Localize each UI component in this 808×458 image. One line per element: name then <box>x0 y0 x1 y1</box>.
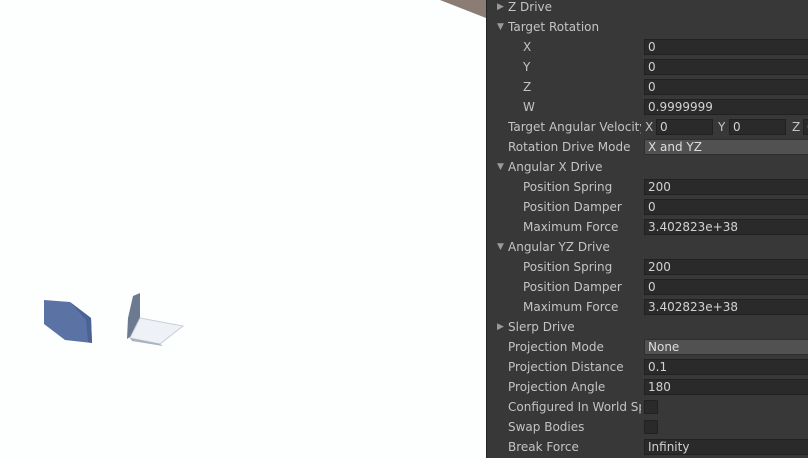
projection-distance-label: Projection Distance <box>508 360 624 374</box>
break-force-label: Break Force <box>508 440 579 454</box>
swap-bodies-checkbox[interactable] <box>644 420 658 434</box>
target-rotation-x-row: X0 <box>487 37 808 57</box>
target-angular-velocity-x-field[interactable]: 0 <box>656 119 713 135</box>
projection-distance-field[interactable]: 0.1 <box>644 359 808 375</box>
projection-mode-dropdown[interactable]: None <box>644 339 808 355</box>
angular-x-position-spring-row: Position Spring 200 <box>487 177 808 197</box>
projection-angle-row: Projection Angle 180 <box>487 377 808 397</box>
angular-x-position-damper-field[interactable]: 0 <box>644 199 808 215</box>
slerp-drive-foldout[interactable]: Slerp Drive <box>508 317 575 337</box>
angular-x-position-damper-label: Position Damper <box>523 200 622 214</box>
swap-bodies-row: Swap Bodies <box>487 417 808 437</box>
projection-mode-row: Projection Mode None <box>487 337 808 357</box>
angular-yz-position-damper-field[interactable]: 0 <box>644 279 808 295</box>
angular-yz-position-spring-label: Position Spring <box>523 260 613 274</box>
angular-x-maximum-force-label: Maximum Force <box>523 220 619 234</box>
foldout-collapsed-icon[interactable]: ▶ <box>497 317 504 337</box>
target-rotation-foldout-row: ▼ Target Rotation <box>487 17 808 37</box>
target-rotation-z-label: Z <box>523 80 532 94</box>
target-rotation-foldout[interactable]: Target Rotation <box>508 17 599 37</box>
foldout-expanded-icon[interactable]: ▼ <box>497 237 504 257</box>
scene-view[interactable] <box>0 0 486 458</box>
target-angular-velocity-y-label: Y <box>718 120 726 134</box>
projection-angle-label: Projection Angle <box>508 380 606 394</box>
scene-canvas <box>44 0 486 346</box>
target-angular-velocity-z-field[interactable]: 0 <box>803 119 808 135</box>
angular-x-drive-foldout-row: ▼ Angular X Drive <box>487 157 808 177</box>
angular-yz-drive-foldout-row: ▼ Angular YZ Drive <box>487 237 808 257</box>
target-rotation-w-row: W 0.9999999 <box>487 97 808 117</box>
configured-in-world-space-row: Configured In World Spa <box>487 397 808 417</box>
angular-yz-drive-foldout[interactable]: Angular YZ Drive <box>508 237 610 257</box>
foldout-expanded-icon[interactable]: ▼ <box>497 157 504 177</box>
target-rotation-y-row: Y0 <box>487 57 808 77</box>
swap-bodies-label: Swap Bodies <box>508 420 585 434</box>
target-angular-velocity-row: Target Angular VelocityX0Y0Z0 <box>487 117 808 137</box>
target-rotation-z-row: Z0 <box>487 77 808 97</box>
target-angular-velocity-z-label: Z <box>792 120 801 134</box>
target-rotation-x-label: X <box>523 40 532 54</box>
rotation-drive-mode-row: Rotation Drive Mode X and YZ <box>487 137 808 157</box>
z-drive-foldout-row: ▶ Z Drive <box>487 0 808 17</box>
projection-distance-row: Projection Distance 0.1 <box>487 357 808 377</box>
angular-yz-maximum-force-field[interactable]: 3.402823e+38 <box>644 299 808 315</box>
rotation-drive-mode-dropdown[interactable]: X and YZ <box>644 139 808 155</box>
target-rotation-x-field[interactable]: 0 <box>644 39 808 55</box>
angular-x-maximum-force-row: Maximum Force 3.402823e+38 <box>487 217 808 237</box>
angular-x-position-spring-label: Position Spring <box>523 180 613 194</box>
angular-x-position-spring-field[interactable]: 200 <box>644 179 808 195</box>
scene-floor-edge <box>440 0 486 18</box>
break-force-row: Break Force Infinity <box>487 437 808 457</box>
configured-in-world-space-label: Configured In World Spa <box>508 400 641 414</box>
rotation-drive-mode-label: Rotation Drive Mode <box>508 140 631 154</box>
angular-yz-position-spring-field[interactable]: 200 <box>644 259 808 275</box>
projection-mode-label: Projection Mode <box>508 340 604 354</box>
break-force-field[interactable]: Infinity <box>644 439 808 455</box>
target-rotation-w-label: W <box>523 100 535 114</box>
angular-yz-maximum-force-label: Maximum Force <box>523 300 619 314</box>
target-rotation-z-field[interactable]: 0 <box>644 79 808 95</box>
angular-x-position-damper-row: Position Damper 0 <box>487 197 808 217</box>
angular-yz-position-damper-row: Position Damper 0 <box>487 277 808 297</box>
foldout-collapsed-icon[interactable]: ▶ <box>497 0 504 17</box>
slerp-drive-foldout-row: ▶ Slerp Drive <box>487 317 808 337</box>
target-angular-velocity-x-label: X <box>645 120 654 134</box>
z-drive-foldout[interactable]: Z Drive <box>508 0 552 17</box>
projection-angle-field[interactable]: 180 <box>644 379 808 395</box>
configured-in-world-space-checkbox[interactable] <box>644 400 658 414</box>
inspector-panel: ▶ Z Drive ▼ Target Rotation X 0 Y 0 Z 0 W 0.9999999… <box>486 0 808 458</box>
angular-yz-position-damper-label: Position Damper <box>523 280 622 294</box>
target-rotation-y-field[interactable]: 0 <box>644 59 808 75</box>
blue-cube <box>44 300 92 343</box>
angular-x-drive-foldout[interactable]: Angular X Drive <box>508 157 603 177</box>
foldout-expanded-icon[interactable]: ▼ <box>497 17 504 37</box>
angular-yz-position-spring-row: Position Spring 200 <box>487 257 808 277</box>
target-angular-velocity-label: Target Angular Velocity <box>508 120 641 134</box>
target-rotation-y-label: Y <box>523 60 531 74</box>
target-angular-velocity-y-field[interactable]: 0 <box>729 119 786 135</box>
angular-yz-maximum-force-row: Maximum Force 3.402823e+38 <box>487 297 808 317</box>
angular-x-maximum-force-field[interactable]: 3.402823e+38 <box>644 219 808 235</box>
target-rotation-w-field[interactable]: 0.9999999 <box>644 99 808 115</box>
